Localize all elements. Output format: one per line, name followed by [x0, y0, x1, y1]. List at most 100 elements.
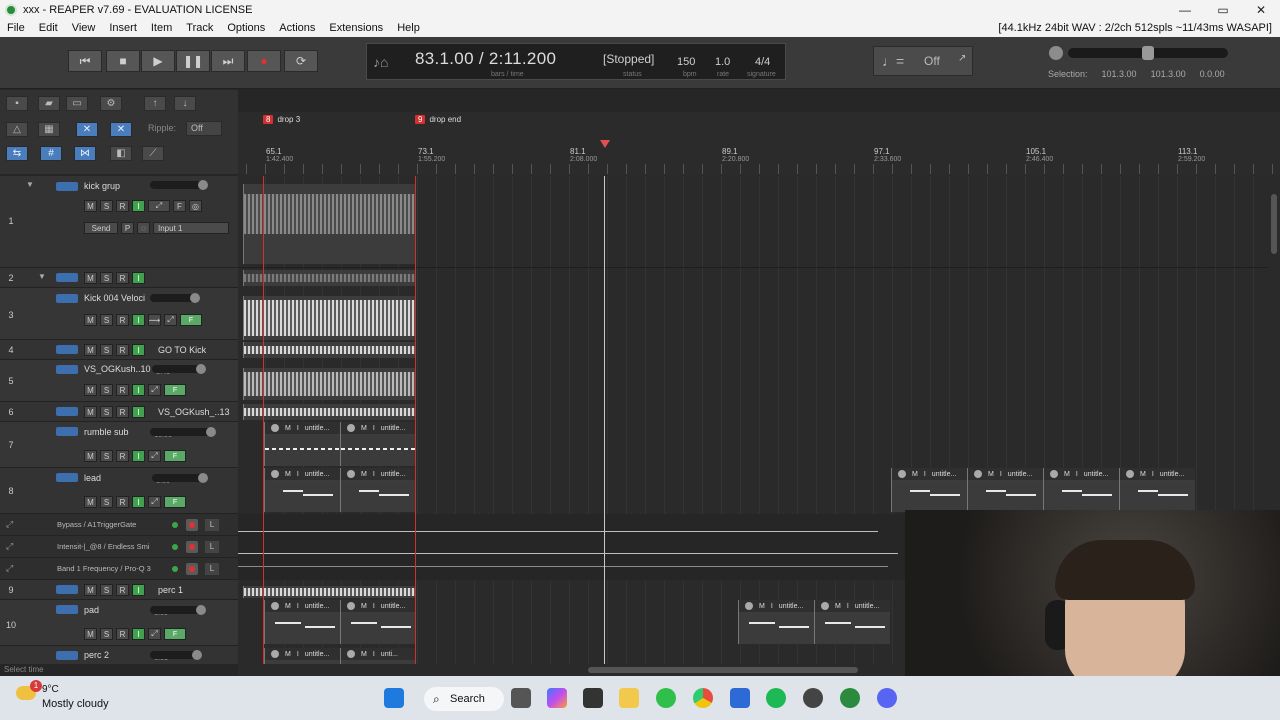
fx-button[interactable]: F	[164, 496, 186, 508]
envelope-line[interactable]	[238, 566, 888, 567]
fx-button[interactable]: F	[164, 450, 186, 462]
solo-button[interactable]: S	[100, 314, 113, 326]
envelope-lane-3[interactable]: ⤢ Band 1 Frequency / Pro-Q 3 L	[0, 558, 238, 580]
track-1[interactable]: 1 ▼ kick grup 0.00 M S R I ⤢ F ◎ Send P …	[0, 176, 238, 268]
discord-icon[interactable]	[877, 688, 897, 708]
track-9[interactable]: 9 M S R I perc 1	[0, 580, 238, 600]
close-button[interactable]: ✕	[1242, 3, 1280, 17]
solo-button[interactable]: S	[100, 344, 113, 356]
track-name[interactable]: GO TO Kick	[158, 345, 206, 355]
rate-value[interactable]: 1.0	[715, 56, 730, 68]
volume-fader[interactable]	[150, 293, 200, 303]
envelope-lane-button[interactable]: L	[205, 541, 219, 553]
track-name[interactable]: Kick 004 Veloci	[84, 293, 145, 303]
pause-button[interactable]: ❚❚	[176, 50, 210, 72]
fader-handle[interactable]	[198, 473, 208, 483]
volume-fader[interactable]	[150, 180, 208, 190]
midi-item[interactable]: M Iuntitle...	[1119, 468, 1195, 512]
fx-button[interactable]: F	[164, 628, 186, 640]
loop-start-line[interactable]	[263, 176, 264, 664]
timeline-ruler[interactable]: 8 drop 3 9 drop end 65.1 1:42.400 73.1 1:5…	[238, 112, 1280, 176]
solo-button[interactable]: S	[100, 496, 113, 508]
folder-icon[interactable]	[56, 273, 78, 282]
envelope-lane-button[interactable]: L	[205, 563, 219, 575]
stop-button[interactable]: ■	[106, 50, 140, 72]
input-monitor-button[interactable]: I	[132, 200, 145, 212]
mute-button[interactable]: M	[84, 496, 97, 508]
fx-button[interactable]: F	[164, 384, 186, 396]
track-name[interactable]: lead	[84, 473, 101, 483]
edit-mode-icon[interactable]: ⟋	[142, 146, 164, 161]
track-10[interactable]: 10 pad -3.09 M S R I ⤢ F	[0, 600, 238, 646]
fader-handle[interactable]	[206, 427, 216, 437]
master-pan-knob[interactable]	[1049, 46, 1063, 60]
loop-end-line[interactable]	[415, 176, 416, 664]
open-project-icon[interactable]: ▰	[38, 96, 60, 111]
route-icon[interactable]: ⟿	[148, 314, 161, 326]
record-arm-button[interactable]: R	[116, 272, 129, 284]
envelope-lane-2[interactable]: ⤢ Intensit-|_@8 / Endless Smi L	[0, 536, 238, 558]
track-icon[interactable]	[56, 294, 78, 303]
midi-item[interactable]: M Iuntitle...	[264, 648, 340, 664]
maximize-button[interactable]: ▭	[1204, 3, 1242, 17]
input-monitor-button[interactable]: I	[132, 384, 145, 396]
scroll-thumb[interactable]	[1271, 194, 1277, 254]
envelope-lane-button[interactable]: L	[205, 519, 219, 531]
automation-mode-icon[interactable]: ⤢	[148, 384, 161, 396]
track-name[interactable]: perc 1	[158, 585, 183, 595]
fx-button[interactable]: F	[173, 200, 186, 212]
midi-item[interactable]: M Iuntitle...	[264, 468, 340, 512]
save-project-icon[interactable]: ▭	[66, 96, 88, 111]
audio-device-status[interactable]: [44.1kHz 24bit WAV : 2/2ch 512spls ~11/4…	[998, 22, 1280, 34]
menu-help[interactable]: Help	[390, 22, 427, 34]
track-name[interactable]: rumble sub	[84, 427, 129, 437]
solo-button[interactable]: S	[100, 272, 113, 284]
automation-mode-icon[interactable]: ⤢	[148, 496, 161, 508]
menu-options[interactable]: Options	[220, 22, 272, 34]
solo-button[interactable]: S	[100, 406, 113, 418]
settings-icon[interactable]: ⚙	[100, 96, 122, 111]
record-arm-button[interactable]: R	[116, 628, 129, 640]
envelope-name[interactable]: Bypass / A1TriggerGate	[57, 520, 157, 529]
play-button[interactable]: ▶	[141, 50, 175, 72]
menu-insert[interactable]: Insert	[102, 22, 144, 34]
menu-view[interactable]: View	[65, 22, 103, 34]
snap-toggle-icon[interactable]: ✕	[110, 122, 132, 137]
solo-button[interactable]: S	[100, 384, 113, 396]
envelope-link-icon[interactable]: ⋈	[74, 146, 96, 161]
reaper-icon[interactable]	[840, 688, 860, 708]
track-name[interactable]: VS_OGKush_..13	[158, 407, 230, 417]
envelope-active-led[interactable]	[172, 522, 178, 528]
file-explorer-icon[interactable]	[619, 688, 639, 708]
fader-handle[interactable]	[198, 180, 208, 190]
envelope-line[interactable]	[238, 531, 878, 532]
envelope-name[interactable]: Intensit-|_@8 / Endless Smi	[57, 542, 157, 551]
track-5[interactable]: 5 VS_OGKush..10 -2.41 M S R I ⤢ F	[0, 360, 238, 402]
menu-actions[interactable]: Actions	[272, 22, 322, 34]
mute-button[interactable]: M	[84, 450, 97, 462]
track-6[interactable]: 6 M S R I VS_OGKush_..13	[0, 402, 238, 422]
app-icon[interactable]	[583, 688, 603, 708]
track-icon[interactable]	[56, 427, 78, 436]
metronome-control[interactable]: ♩= Off ↗	[873, 46, 973, 76]
track-11[interactable]: perc 2 -6.51	[0, 646, 238, 664]
fader-handle[interactable]	[190, 293, 200, 303]
audio-item[interactable]	[243, 404, 415, 420]
undo-icon[interactable]: ↑	[144, 96, 166, 111]
track-icon[interactable]	[56, 473, 78, 482]
midi-item[interactable]: M Iuntitle...	[340, 422, 415, 466]
slider-handle[interactable]	[1142, 46, 1154, 60]
input-monitor-button[interactable]: I	[132, 496, 145, 508]
mute-button[interactable]: M	[84, 200, 97, 212]
mute-button[interactable]: M	[84, 628, 97, 640]
mute-button[interactable]: M	[84, 584, 97, 596]
audio-item[interactable]	[243, 368, 415, 400]
track-3[interactable]: 3 Kick 004 Veloci -6.10 M S R I ⟿ ⤢ F	[0, 288, 238, 340]
selection-end[interactable]: 101.3.00	[1151, 69, 1186, 79]
locking-icon[interactable]: ⇆	[6, 146, 28, 161]
automation-mode-icon[interactable]: ⤢	[164, 314, 177, 326]
envelope-arm-button[interactable]	[186, 541, 198, 553]
whatsapp-icon[interactable]	[656, 688, 676, 708]
selection-start[interactable]: 101.3.00	[1102, 69, 1137, 79]
track-name[interactable]: VS_OGKush..10	[84, 364, 151, 374]
